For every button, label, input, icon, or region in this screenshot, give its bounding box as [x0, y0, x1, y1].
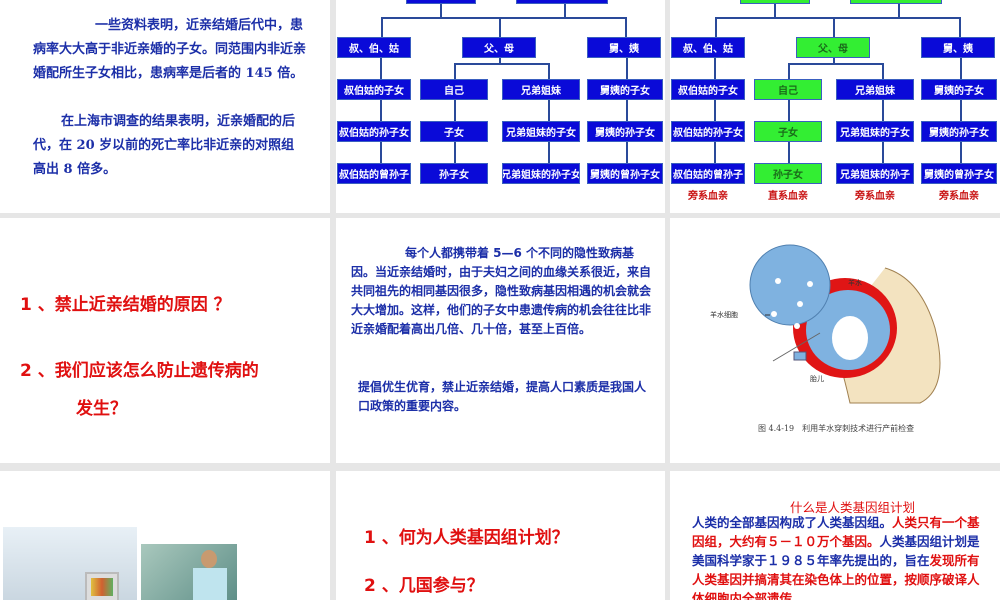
slide-4[interactable]: 1 、禁止近亲结婚的原因 ？ 2 、我们应该怎么防止遗传病的 发生？ — [0, 218, 330, 463]
slide-7-photos[interactable] — [0, 471, 330, 600]
sequencer-machine-photo — [3, 527, 137, 600]
kin-box: 兄弟姐妹的孙子女 — [502, 163, 580, 184]
connector-line — [788, 63, 884, 65]
slide-6-amniocentesis[interactable]: 羊水细胞 羊水 胎儿 图 4.4-19 利用羊水穿刺技术进行产前检查 — [670, 218, 1000, 463]
question-1: 1 、禁止近亲结婚的原因 ？ — [20, 295, 231, 315]
kin-box: 舅姨的孙子女 — [587, 121, 663, 142]
question-genome-project: 1 、何为人类基因组计划？ — [364, 528, 569, 548]
connector-line — [833, 17, 835, 37]
figure-caption: 图 4.4-19 利用羊水穿刺技术进行产前检查 — [758, 424, 915, 433]
kin-box: 叔伯姑的子女 — [337, 79, 411, 100]
grandparent-box-paternal — [740, 0, 810, 4]
question-2: 2 、我们应该怎么防止遗传病的 — [20, 361, 259, 381]
connector-line — [454, 63, 456, 79]
text-blue-1: 人类的全部基因构成了人类基因组。 — [692, 515, 893, 530]
kin-box: 叔伯姑的曾孙子 — [337, 163, 411, 184]
kin-box: 子女 — [754, 121, 822, 142]
question-countries: 2 、几国参与？ — [364, 576, 484, 596]
kin-box: 子女 — [420, 121, 488, 142]
connector-line — [548, 63, 550, 79]
slide-5[interactable]: 每个人都携带着 5—6 个不同的隐性致病基因。当近亲结婚时，由于夫妇之间的血缘关… — [336, 218, 665, 463]
kin-box: 父、母 — [462, 37, 536, 58]
label-fetus: 胎儿 — [810, 375, 824, 383]
connector-line — [380, 58, 382, 163]
kin-box: 叔伯姑的曾孙子 — [671, 163, 745, 184]
label-amniotic-cells: 羊水细胞 — [710, 311, 738, 319]
connector-line — [960, 58, 962, 163]
kin-box: 叔伯姑的孙子女 — [337, 121, 411, 142]
slide-1-paragraph-2: 在上海市调查的结果表明，近亲婚配的后代，在 20 岁以前的死亡率比非近亲的对照组… — [33, 114, 296, 177]
connector-line — [882, 63, 884, 79]
connector-line — [454, 63, 550, 65]
kin-box: 自己 — [420, 79, 488, 100]
slide-3-kinship-chart-highlighted[interactable]: 叔、伯、姑 父、母 舅、姨叔伯姑的子女 自己 兄弟姐妹 舅姨的子女叔伯姑的孙子女 子女 兄弟姐… — [670, 0, 1000, 213]
kinship-type-label: 旁系血亲 — [688, 191, 728, 202]
connector-line — [715, 17, 961, 19]
slide-1[interactable]: 一些资料表明，近亲结婚后代中，患病率大大高于非近亲婚的子女。同范围内非近亲婚配所… — [0, 0, 330, 213]
kin-box: 叔伯姑的孙子女 — [671, 121, 745, 142]
grandparent-box-maternal — [516, 0, 608, 4]
connector-line — [788, 63, 790, 79]
kin-box: 舅姨的子女 — [587, 79, 663, 100]
connector-line — [959, 17, 961, 37]
kin-box: 叔、伯、姑 — [337, 37, 411, 58]
connector-line — [626, 58, 628, 163]
kin-box: 舅、姨 — [921, 37, 995, 58]
kin-box: 舅、姨 — [587, 37, 661, 58]
label-amniotic-fluid: 羊水 — [848, 279, 862, 287]
connector-line — [499, 17, 501, 37]
kinship-type-label: 旁系血亲 — [855, 191, 895, 202]
grandparent-box-maternal — [850, 0, 942, 4]
grandparent-box-paternal — [406, 0, 476, 4]
kin-box: 兄弟姐妹 — [836, 79, 914, 100]
kin-box: 舅姨的曾孙子女 — [921, 163, 997, 184]
kin-box: 兄弟姐妹的子女 — [836, 121, 914, 142]
slide-1-paragraph-1: 一些资料表明，近亲结婚后代中，患病率大大高于非近亲婚的子女。同范围内非近亲婚配所… — [33, 18, 307, 81]
kin-box: 舅姨的子女 — [921, 79, 997, 100]
kin-box: 孙子女 — [420, 163, 488, 184]
slide-8[interactable]: 1 、何为人类基因组计划？ 2 、几国参与？ — [336, 471, 665, 600]
slide-9[interactable]: 什么是人类基因组计划 人类的全部基因构成了人类基因组。人类只有一个基因组，大约有… — [670, 471, 1000, 600]
kin-box: 孙子女 — [754, 163, 822, 184]
connector-line — [714, 58, 716, 163]
slide-2-kinship-chart[interactable]: 叔、伯、姑 父、母 舅、姨叔伯姑的子女 自己 兄弟姐妹 舅姨的子女叔伯姑的孙子女 子女 兄弟姐… — [336, 0, 665, 213]
kin-box: 叔伯姑的子女 — [671, 79, 745, 100]
lab-worker-photo — [141, 544, 237, 600]
kin-box: 父、母 — [796, 37, 870, 58]
kin-box: 自己 — [754, 79, 822, 100]
question-2-cont: 发生？ — [76, 399, 127, 419]
kin-box: 舅姨的孙子女 — [921, 121, 997, 142]
connector-line — [715, 17, 717, 37]
kin-box: 叔、伯、姑 — [671, 37, 745, 58]
kin-box: 舅姨的曾孙子女 — [587, 163, 663, 184]
slide-5-paragraph-1: 每个人都携带着 5—6 个不同的隐性致病基因。当近亲结婚时，由于夫妇之间的血缘关… — [351, 246, 652, 336]
kin-box: 兄弟姐妹 — [502, 79, 580, 100]
slide-5-paragraph-2: 提倡优生优育，禁止近亲结婚，提高人口素质是我国人口政策的重要内容。 — [358, 380, 647, 413]
kin-box: 兄弟姐妹的孙子 — [836, 163, 914, 184]
kinship-type-label: 旁系血亲 — [939, 191, 979, 202]
kin-box: 兄弟姐妹的子女 — [502, 121, 580, 142]
kinship-type-label: 直系血亲 — [768, 191, 808, 202]
connector-line — [381, 17, 627, 19]
connector-line — [381, 17, 383, 37]
connector-line — [625, 17, 627, 37]
